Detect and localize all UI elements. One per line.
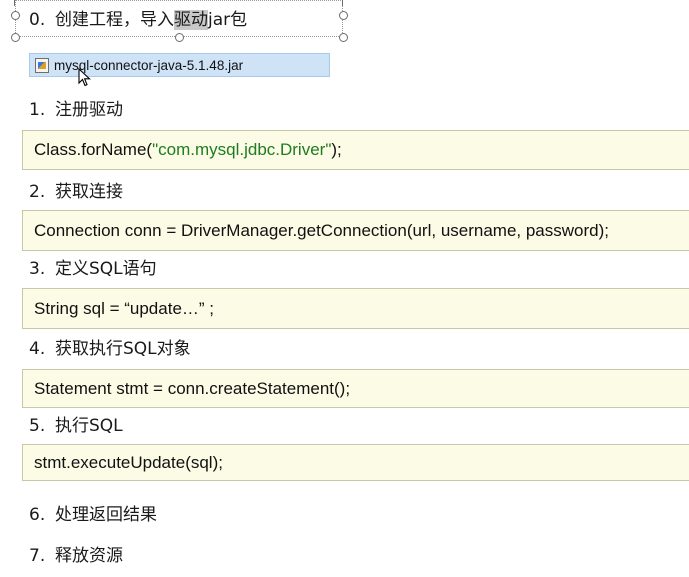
code-string: "com.mysql.jdbc.Driver" <box>152 140 332 159</box>
resize-handle[interactable] <box>339 33 348 42</box>
code-text: ); <box>331 140 342 159</box>
jar-file-icon <box>35 57 49 73</box>
step-text: 定义SQL语句 <box>55 259 157 279</box>
code-execute-sql: stmt.executeUpdate(sql); <box>22 444 689 481</box>
code-define-sql: String sql = “update…” ; <box>22 288 689 329</box>
resize-handle[interactable] <box>175 33 184 42</box>
step-text: 处理返回结果 <box>55 505 157 525</box>
mouse-cursor-icon <box>78 68 91 87</box>
step-number: 1. <box>29 100 46 120</box>
code-text: stmt.executeUpdate(sql); <box>34 452 223 472</box>
code-text: Statement stmt = conn.createStatement(); <box>34 378 351 398</box>
resize-handle[interactable] <box>11 11 20 20</box>
jar-file-item[interactable]: mysql-connector-java-5.1.48.jar <box>29 53 330 77</box>
code-create-statement: Statement stmt = conn.createStatement(); <box>22 369 689 408</box>
step-text: 获取连接 <box>55 182 123 202</box>
code-text: String sql = “update…” ; <box>34 298 215 318</box>
step-number: 7. <box>29 546 46 566</box>
step-number: 5. <box>29 416 46 436</box>
step-text: 获取执行SQL对象 <box>55 339 191 359</box>
step-2: 2. 获取连接 <box>29 181 123 203</box>
step-4: 4. 获取执行SQL对象 <box>29 338 191 360</box>
code-text: Class.forName( <box>34 140 153 159</box>
resize-handle[interactable] <box>11 33 20 42</box>
step-number: 6. <box>29 505 46 525</box>
step-number: 0. <box>29 10 46 30</box>
resize-handle[interactable] <box>339 11 348 20</box>
code-get-connection: Connection conn = DriverManager.getConne… <box>22 210 689 251</box>
step-number: 3. <box>29 259 46 279</box>
highlighted-text: 驱动 <box>174 10 208 30</box>
handle-line <box>342 0 345 6</box>
step-text: 创建工程，导入 <box>55 10 174 30</box>
step-7: 7. 释放资源 <box>29 545 123 567</box>
step-text: 执行SQL <box>55 416 123 436</box>
step-1: 1. 注册驱动 <box>29 99 123 121</box>
step-number: 4. <box>29 339 46 359</box>
step-number: 2. <box>29 182 46 202</box>
step-6: 6. 处理返回结果 <box>29 504 157 526</box>
step-text: jar包 <box>208 10 248 30</box>
step-0[interactable]: 0. 创建工程，导入驱动jar包 <box>29 9 247 31</box>
code-register-driver: Class.forName("com.mysql.jdbc.Driver"); <box>22 130 689 170</box>
step-5: 5. 执行SQL <box>29 415 123 437</box>
step-text: 释放资源 <box>55 546 123 566</box>
step-3: 3. 定义SQL语句 <box>29 258 157 280</box>
handle-line <box>14 0 17 6</box>
code-text: Connection conn = DriverManager.getConne… <box>34 220 609 240</box>
step-text: 注册驱动 <box>55 100 123 120</box>
